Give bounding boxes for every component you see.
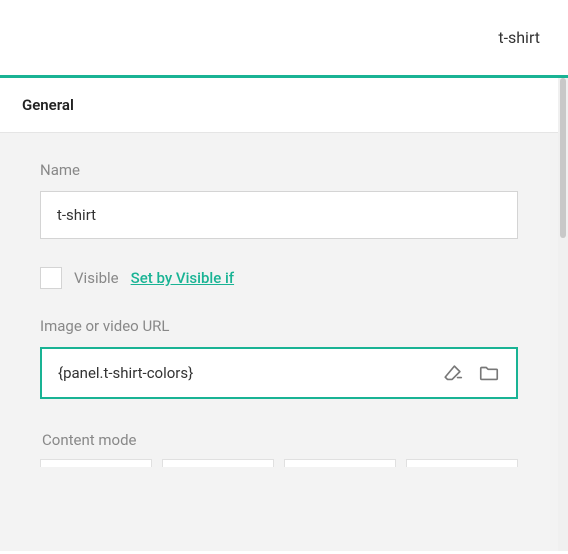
erase-icon (442, 362, 464, 384)
image-url-label: Image or video URL (40, 317, 518, 335)
image-url-input-wrap (40, 347, 518, 399)
section-body: Name Visible Set by Visible if Image or … (0, 133, 558, 477)
header-title: t-shirt (498, 28, 540, 47)
name-label: Name (40, 161, 518, 179)
main-area: General Name Visible Set by Visible if I… (0, 78, 568, 551)
content-mode-option[interactable] (284, 459, 396, 467)
content-mode-tabs (40, 459, 518, 467)
visible-if-link[interactable]: Set by Visible if (131, 269, 234, 287)
content-mode-option[interactable] (162, 459, 274, 467)
scrollbar[interactable] (558, 78, 568, 551)
header: t-shirt (0, 0, 568, 78)
scrollbar-thumb[interactable] (560, 78, 566, 238)
section-header-general[interactable]: General (0, 78, 558, 133)
properties-panel: General Name Visible Set by Visible if I… (0, 78, 558, 551)
clear-button[interactable] (440, 360, 466, 386)
visible-label: Visible (74, 269, 119, 287)
folder-icon (478, 362, 500, 384)
content-mode-option[interactable] (40, 459, 152, 467)
browse-button[interactable] (476, 360, 502, 386)
image-url-input[interactable] (58, 364, 430, 382)
name-input[interactable] (40, 191, 518, 239)
content-mode-label: Content mode (40, 431, 518, 449)
visible-row: Visible Set by Visible if (40, 267, 518, 289)
content-mode-option[interactable] (406, 459, 518, 467)
visible-checkbox[interactable] (40, 267, 62, 289)
